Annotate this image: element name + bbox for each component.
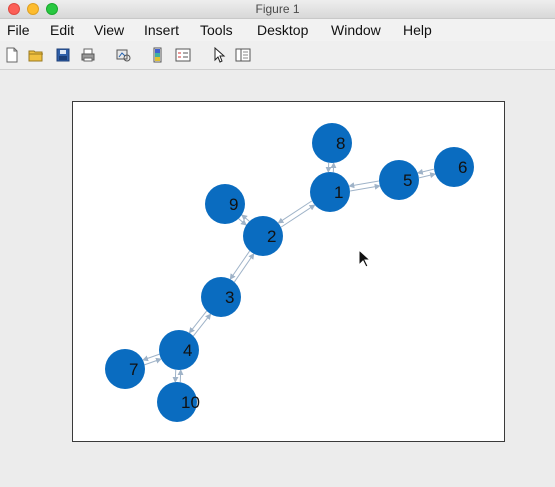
- graph-node-3: [201, 277, 241, 317]
- mouse-cursor-icon: [358, 249, 372, 268]
- menu-bar: File Edit View Insert Tools Desktop Wind…: [0, 19, 555, 41]
- graph-node-1: [310, 172, 350, 212]
- graph-node-label-2: 2: [267, 227, 276, 246]
- menu-insert[interactable]: Insert: [144, 22, 179, 38]
- graph-node-7: [105, 349, 145, 389]
- graph-node-6: [434, 147, 474, 187]
- graph-node-label-9: 9: [229, 195, 238, 214]
- graph-edge-5-1: [348, 180, 379, 189]
- graph-node-2: [243, 216, 283, 256]
- menu-tools[interactable]: Tools: [200, 22, 233, 38]
- link-plot-icon[interactable]: [115, 47, 131, 63]
- window-title-bar[interactable]: Figure 1: [0, 0, 555, 19]
- menu-desktop[interactable]: Desktop: [257, 22, 308, 38]
- graph-plot: 1 2 3 4 5 6 7 8 9 10: [105, 123, 474, 422]
- graph-edge-2-1: [280, 204, 316, 228]
- graph-node-label-8: 8: [336, 134, 345, 153]
- edit-plot-cursor-icon[interactable]: [211, 47, 227, 63]
- graph-node-label-4: 4: [183, 341, 192, 360]
- nodes-layer: 1 2 3 4 5 6 7 8 9 10: [105, 123, 474, 422]
- menu-view[interactable]: View: [94, 22, 124, 38]
- graph-edge-1-5: [350, 183, 381, 192]
- graph-edge-9-2: [238, 218, 247, 226]
- figure-toolbar: [0, 41, 555, 70]
- graph-edge-2-9: [241, 214, 250, 222]
- graph-edge-2-3: [229, 250, 251, 280]
- graph-node-label-3: 3: [225, 288, 234, 307]
- graph-node-label-1: 1: [334, 183, 343, 202]
- graph-edge-5-6: [418, 172, 437, 179]
- save-icon[interactable]: [55, 47, 71, 63]
- menu-window[interactable]: Window: [331, 22, 381, 38]
- property-inspector-icon[interactable]: [235, 47, 251, 63]
- graph-edge-3-2: [233, 253, 255, 283]
- graph-node-8: [312, 123, 352, 163]
- graph-edge-1-2: [277, 200, 313, 224]
- graph-edge-6-5: [416, 168, 435, 175]
- graph-node-9: [205, 184, 245, 224]
- graph-node-4: [159, 330, 199, 370]
- print-icon[interactable]: [80, 47, 96, 63]
- new-figure-icon[interactable]: [4, 47, 20, 63]
- plot-axes[interactable]: 1 2 3 4 5 6 7 8 9 10: [72, 101, 505, 442]
- menu-edit[interactable]: Edit: [50, 22, 74, 38]
- window-title: Figure 1: [255, 2, 300, 16]
- insert-colorbar-icon[interactable]: [150, 47, 166, 63]
- graph-node-label-6: 6: [458, 158, 467, 177]
- insert-legend-icon[interactable]: [175, 47, 191, 63]
- menu-file[interactable]: File: [7, 22, 30, 38]
- open-file-icon[interactable]: [28, 47, 44, 63]
- graph-node-5: [379, 160, 419, 200]
- graph-node-label-5: 5: [403, 171, 412, 190]
- graph-node-label-7: 7: [129, 360, 138, 379]
- graph-edge-7-4: [144, 357, 162, 366]
- graph-node-label-10: 10: [181, 393, 200, 412]
- graph-edge-4-7: [142, 353, 160, 362]
- menu-help[interactable]: Help: [403, 22, 432, 38]
